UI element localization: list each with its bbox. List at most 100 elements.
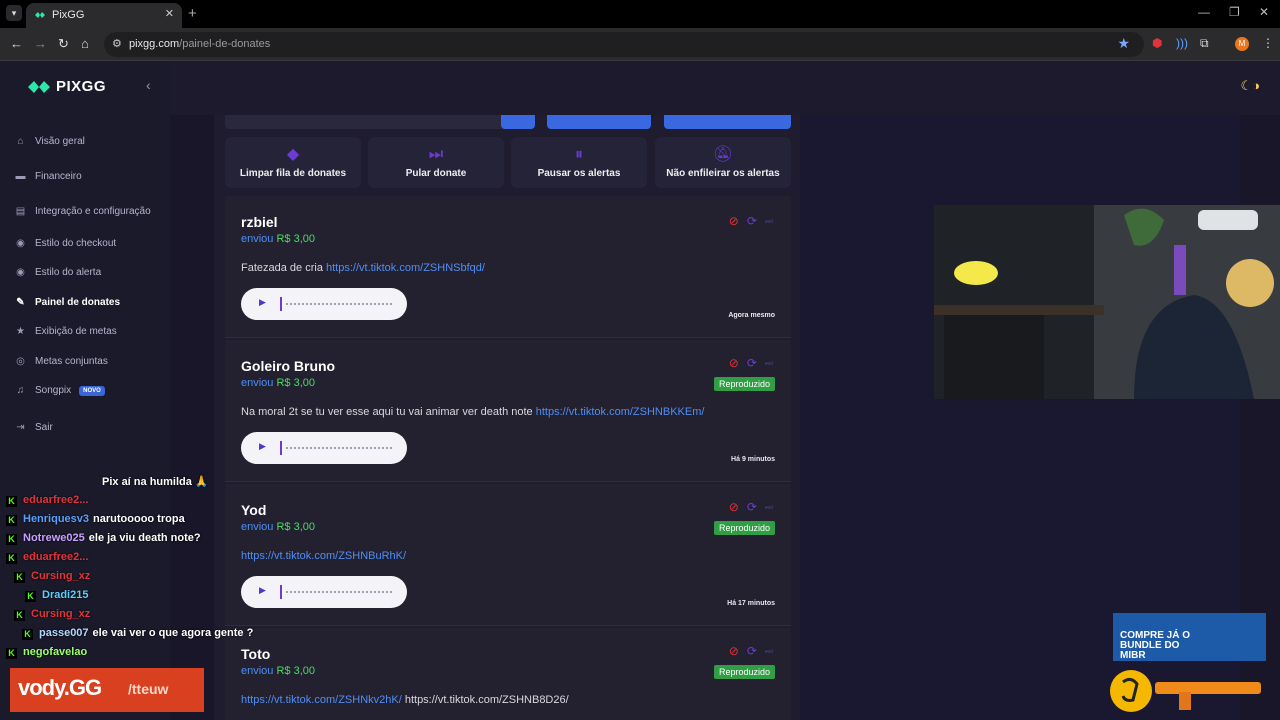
sidebar-item-financeiro[interactable]: ▬ Financeiro [14,170,82,183]
kick-icon: K [6,553,17,564]
sidebar-item-integracao[interactable]: ▤ Integração e configuração [14,205,151,218]
skip-donate-button[interactable]: ⏭ Pular donate [368,137,504,188]
close-window-button[interactable]: ✕ [1259,5,1269,19]
donate-amount: enviou R$ 3,00 [241,233,316,245]
promo-text: COMPRE JÁ O BUNDLE DO MIBR [1120,630,1191,661]
chat-message: Keduarfree2... [6,551,88,564]
target-icon: ◎ [16,356,25,367]
skip-icon: ⏭ [428,146,444,163]
browser-tab[interactable]: PixGG ✕ [26,3,182,28]
extension-audio-icon[interactable]: ))) [1176,36,1188,50]
wallet-icon: ▬ [15,171,26,182]
sidebar-item-visao-geral[interactable]: ⌂ Visão geral [14,135,84,148]
card-actions: ⊘ ⟳ ⏭ [729,500,773,514]
donate-card: rzbiel enviou R$ 3,00 ⊘ ⟳ ⏭ Fatezada de … [225,196,791,338]
sidebar-item-estilo-checkout[interactable]: ◉ Estilo do checkout [14,237,116,250]
minimize-button[interactable]: — [1198,5,1210,19]
donate-amount: enviou R$ 3,00 [241,377,316,389]
donate-time: Há 17 minutos [727,600,775,607]
waveform[interactable] [285,303,393,305]
donate-card: Goleiro Bruno enviou R$ 3,00 ⊘ ⟳ ⏭ Repro… [225,340,791,482]
skip-icon[interactable]: ⏭ [765,500,773,514]
replay-icon[interactable]: ⟳ [747,500,757,514]
top-action-button-secondary[interactable] [664,115,791,129]
donor-name: Yod [241,502,267,518]
collapse-sidebar-icon[interactable]: ‹ [146,77,151,93]
donor-name: Goleiro Bruno [241,358,336,374]
browser-menu-icon[interactable]: ⋮ [1262,36,1274,50]
skip-icon[interactable]: ⏭ [765,214,773,228]
kick-icon: K [6,648,17,659]
replay-icon[interactable]: ⟳ [747,644,757,658]
audio-player[interactable]: ▶ [241,576,407,608]
no-queue-alerts-button[interactable]: 🔕︎ Não enfileirar os alertas [655,137,791,188]
tab-title: PixGG [52,9,85,21]
maximize-button[interactable]: ❐ [1229,5,1240,19]
extensions-puzzle-icon[interactable]: ⧉ [1200,36,1209,51]
audio-player[interactable]: ▶ [241,432,407,464]
site-info-icon[interactable]: ⚙ [112,37,122,50]
message-link[interactable]: https://vt.tiktok.com/ZSHNBKKEm/ [536,406,705,418]
sidebar-item-painel-donates[interactable]: ✎ Painel de donates [14,296,120,309]
search-button[interactable] [501,115,535,129]
sidebar-item-metas-conjuntas[interactable]: ◎ Metas conjuntas [14,355,108,368]
sidebar-item-songpix[interactable]: ♫ Songpix NOVO [14,384,105,397]
forward-button[interactable]: → [34,36,47,51]
waveform[interactable] [285,447,393,449]
kick-icon: K [14,610,25,621]
block-icon[interactable]: ⊘ [729,214,739,228]
sidebar-item-estilo-alerta[interactable]: ◉ Estilo do alerta [14,266,101,279]
brand-name: PIXGG [56,78,107,95]
waveform[interactable] [285,591,393,593]
chat-message: K Cursing_xz [14,570,90,583]
profile-avatar[interactable]: M [1235,37,1249,51]
chat-message: K Henriquesv3 narutooooo tropa [6,513,185,526]
message-link[interactable]: https://vt.tiktok.com/ZSHNBuRhK/ [241,550,406,562]
skip-icon[interactable]: ⏭ [765,356,773,370]
extension-shield-icon[interactable]: ⬢ [1152,36,1162,50]
sidebar-item-sair[interactable]: ⇥ Sair [14,421,53,434]
palette-icon: ◉ [16,238,25,249]
webcam-overlay [934,205,1280,399]
play-icon[interactable]: ▶ [259,297,266,308]
pixgg-logo-icon [28,80,50,93]
pause-icon: ⏸ [574,146,583,163]
tab-close-icon[interactable]: ✕ [165,7,174,20]
theme-toggle-icon[interactable]: ☾◑ [1240,78,1260,94]
donate-message: Fatezada de cria https://vt.tiktok.com/Z… [241,262,485,274]
tab-search-icon[interactable]: ▾ [6,5,22,21]
top-action-button[interactable] [547,115,651,129]
card-actions: ⊘ ⟳ ⏭ [729,356,773,370]
block-icon[interactable]: ⊘ [729,356,739,370]
play-icon[interactable]: ▶ [259,441,266,452]
url-bar[interactable]: ⚙ pixgg.com/painel-de-donates ★ [104,32,1144,57]
search-input[interactable] [225,115,535,129]
home-icon: ⌂ [17,136,24,147]
replay-icon[interactable]: ⟳ [747,214,757,228]
vody-banner: vody.GG /tteuw [10,668,204,712]
pause-alerts-button[interactable]: ⏸ Pausar os alertas [511,137,647,188]
webcam-image [934,205,1280,399]
chat-message: K Dradi215 [25,589,88,602]
block-icon[interactable]: ⊘ [729,500,739,514]
message-link[interactable]: https://vt.tiktok.com/ZSHNSbfqd/ [326,262,485,274]
broom-icon: ✎ [16,297,25,308]
vody-brand: vody.GG [18,675,102,700]
url-text[interactable]: pixgg.com/painel-de-donates [129,38,270,50]
donate-message: Na moral 2t se tu ver esse aqui tu vai a… [241,406,705,418]
replay-icon[interactable]: ⟳ [747,356,757,370]
donate-amount: enviou R$ 3,00 [241,521,316,533]
block-icon[interactable]: ⊘ [729,644,739,658]
message-link[interactable]: https://vt.tiktok.com/ZSHNkv2hK/ [241,694,402,706]
bookmark-star-icon[interactable]: ★ [1117,35,1130,52]
reload-button[interactable]: ↻ [58,36,69,52]
back-button[interactable]: ← [10,36,23,51]
clear-queue-button[interactable]: ◆ Limpar fila de donates [225,137,361,188]
audio-player[interactable]: ▶ [241,288,407,320]
pixgg-logo[interactable]: PIXGG [28,78,106,95]
sidebar-item-exibicao-metas[interactable]: ★ Exibição de metas [14,325,117,338]
skip-icon[interactable]: ⏭ [765,644,773,658]
home-button[interactable]: ⌂ [81,36,89,51]
play-icon[interactable]: ▶ [259,585,266,596]
new-tab-button[interactable]: + [188,5,197,22]
